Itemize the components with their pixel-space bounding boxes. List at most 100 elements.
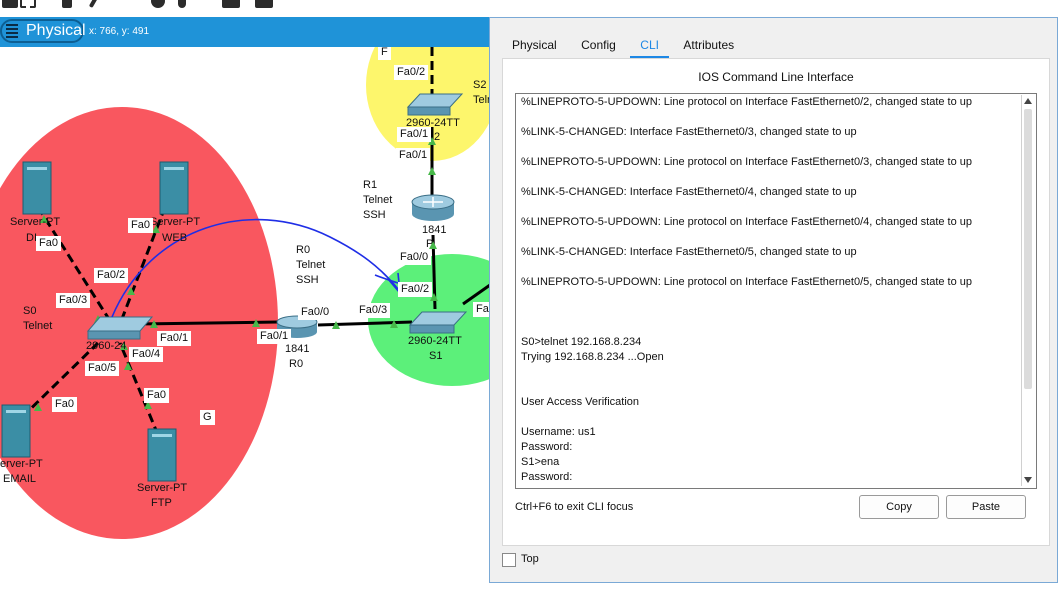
- ftp-server-name: FTP: [151, 497, 172, 509]
- s2-note-line: S2: [473, 79, 487, 91]
- port-label: Fa0/0: [397, 250, 432, 265]
- port-label: Fa0: [144, 388, 169, 403]
- web-server-label: Server-PT: [150, 216, 201, 228]
- r1-note-line: R1: [363, 179, 378, 191]
- web-server-icon: [159, 161, 189, 215]
- tab-physical[interactable]: Physical: [502, 34, 567, 56]
- cli-line: [521, 365, 1018, 380]
- port-label: Fa0/2: [94, 268, 129, 283]
- freehand-icon[interactable]: [178, 0, 186, 8]
- r0-note-line: R0: [296, 244, 311, 256]
- tab-config[interactable]: Config: [571, 34, 626, 56]
- cli-line: %LINK-5-CHANGED: Interface FastEthernet0…: [521, 126, 857, 138]
- r0-note-line: Telnet: [296, 259, 326, 271]
- physical-view-label: Physical: [26, 22, 86, 39]
- g-label: G: [200, 410, 215, 425]
- ellipse-icon[interactable]: [151, 0, 165, 8]
- device-dialog: Physical Config CLI Attributes IOS Comma…: [489, 17, 1058, 583]
- cli-line: [521, 320, 1018, 335]
- dns-server-icon: [22, 161, 52, 215]
- cursor-coordinates: x: 766, y: 491: [89, 26, 150, 37]
- port-label: Fa0/1: [397, 127, 432, 142]
- ftp-server-label: Server-PT: [137, 482, 188, 494]
- cli-line: [521, 140, 1018, 155]
- cli-focus-hint: Ctrl+F6 to exit CLI focus: [515, 501, 634, 513]
- inspect-icon[interactable]: [222, 0, 240, 8]
- cli-console[interactable]: %LINEPROTO-5-UPDOWN: Line protocol on In…: [515, 93, 1037, 489]
- dialog-tabs: Physical Config CLI Attributes: [502, 34, 744, 59]
- router0-model-label: 1841: [285, 343, 310, 355]
- port-label: Fa0/2: [394, 65, 429, 80]
- port-label: Fa0/3: [356, 303, 391, 318]
- s0-note-line: Telnet: [23, 320, 53, 332]
- cli-line: S0>telnet 192.168.8.234: [521, 336, 642, 348]
- r1-note-line: SSH: [363, 209, 386, 221]
- topology-canvas[interactable]: Server-PT DI Server-PT WEB erver-PT EMAI…: [0, 47, 490, 589]
- s2-note-line: Telr: [473, 94, 490, 106]
- port-label: Fa0/1: [396, 148, 431, 163]
- resize-icon[interactable]: [20, 0, 36, 8]
- cli-line: [521, 305, 1018, 320]
- router1-model-label: 1841: [422, 224, 447, 236]
- cli-line: [521, 230, 1018, 245]
- switch1-model-label: 2960-24TT: [408, 335, 462, 347]
- cli-line: %LINEPROTO-5-UPDOWN: Line protocol on In…: [521, 96, 973, 108]
- port-label: Fa0: [128, 218, 153, 233]
- dns-server-label: Server-PT: [10, 216, 61, 228]
- draw-line-icon[interactable]: [88, 0, 100, 9]
- port-label: Fa0/2: [398, 282, 433, 297]
- tab-cli[interactable]: CLI: [630, 34, 669, 59]
- cli-line: Password:: [521, 471, 576, 483]
- ftp-server-icon: [147, 428, 177, 482]
- top-checkbox-box[interactable]: [502, 553, 516, 567]
- tab-attributes[interactable]: Attributes: [673, 34, 744, 56]
- menu-icon: [6, 24, 18, 38]
- switch2-suffix-label: 2: [434, 131, 441, 143]
- cli-line: S1>ena: [521, 456, 560, 468]
- router1-icon: [411, 194, 455, 221]
- port-label: Fa0/1: [157, 331, 192, 346]
- web-server-name: WEB: [162, 232, 188, 244]
- cli-output[interactable]: %LINEPROTO-5-UPDOWN: Line protocol on In…: [521, 95, 1018, 485]
- switch0-model-label: 2960-24: [86, 340, 127, 352]
- custom-pdu-icon[interactable]: [255, 0, 273, 8]
- cli-panel: IOS Command Line Interface %LINEPROTO-5-…: [502, 58, 1050, 546]
- top-checkbox-label: Top: [521, 553, 539, 565]
- cli-line: [521, 260, 1018, 275]
- email-server-name: EMAIL: [3, 473, 37, 485]
- cli-line: %LINK-5-CHANGED: Interface FastEthernet0…: [521, 186, 857, 198]
- s0-note: S0 Telnet: [23, 304, 52, 334]
- r1-note: R1 Telnet SSH: [363, 178, 392, 223]
- cli-line: User Access Verification: [521, 396, 639, 408]
- scroll-down-icon[interactable]: [1024, 477, 1032, 483]
- cli-line: %LINEPROTO-5-UPDOWN: Line protocol on In…: [521, 216, 973, 228]
- port-label: Fa0/5: [85, 361, 120, 376]
- cli-scrollbar[interactable]: [1021, 95, 1035, 486]
- physical-view-button[interactable]: Physical: [0, 19, 86, 43]
- cli-line: %LINEPROTO-5-UPDOWN: Line protocol on In…: [521, 276, 973, 288]
- paste-button[interactable]: Paste: [946, 495, 1026, 519]
- scroll-up-icon[interactable]: [1024, 98, 1032, 104]
- note-icon[interactable]: [62, 0, 72, 8]
- cli-line: Trying 192.168.8.234 ...Open: [521, 351, 664, 363]
- cli-line: [521, 410, 1018, 425]
- cli-line: [521, 170, 1018, 185]
- r1-note-line: Telnet: [363, 194, 393, 206]
- cli-line: [521, 290, 1018, 305]
- s2-note: S2 Telr: [473, 78, 490, 108]
- switch1-name-label: S1: [429, 350, 443, 362]
- router0-name-label: R0: [289, 358, 304, 370]
- cli-line: Password:: [521, 441, 576, 453]
- f-label: F: [378, 47, 391, 60]
- copy-button[interactable]: Copy: [859, 495, 939, 519]
- layout-icon[interactable]: [2, 0, 18, 8]
- cli-line: %LINK-5-CHANGED: Interface FastEthernet0…: [521, 246, 857, 258]
- port-label: Fa0: [36, 236, 61, 251]
- email-server-label: erver-PT: [0, 458, 43, 470]
- scroll-thumb[interactable]: [1024, 109, 1032, 389]
- cli-line: %LINEPROTO-5-UPDOWN: Line protocol on In…: [521, 156, 973, 168]
- cli-line: [521, 380, 1018, 395]
- r0-note: R0 Telnet SSH: [296, 243, 325, 288]
- port-label: Fa0/0: [298, 305, 333, 320]
- r0-note-line: SSH: [296, 274, 319, 286]
